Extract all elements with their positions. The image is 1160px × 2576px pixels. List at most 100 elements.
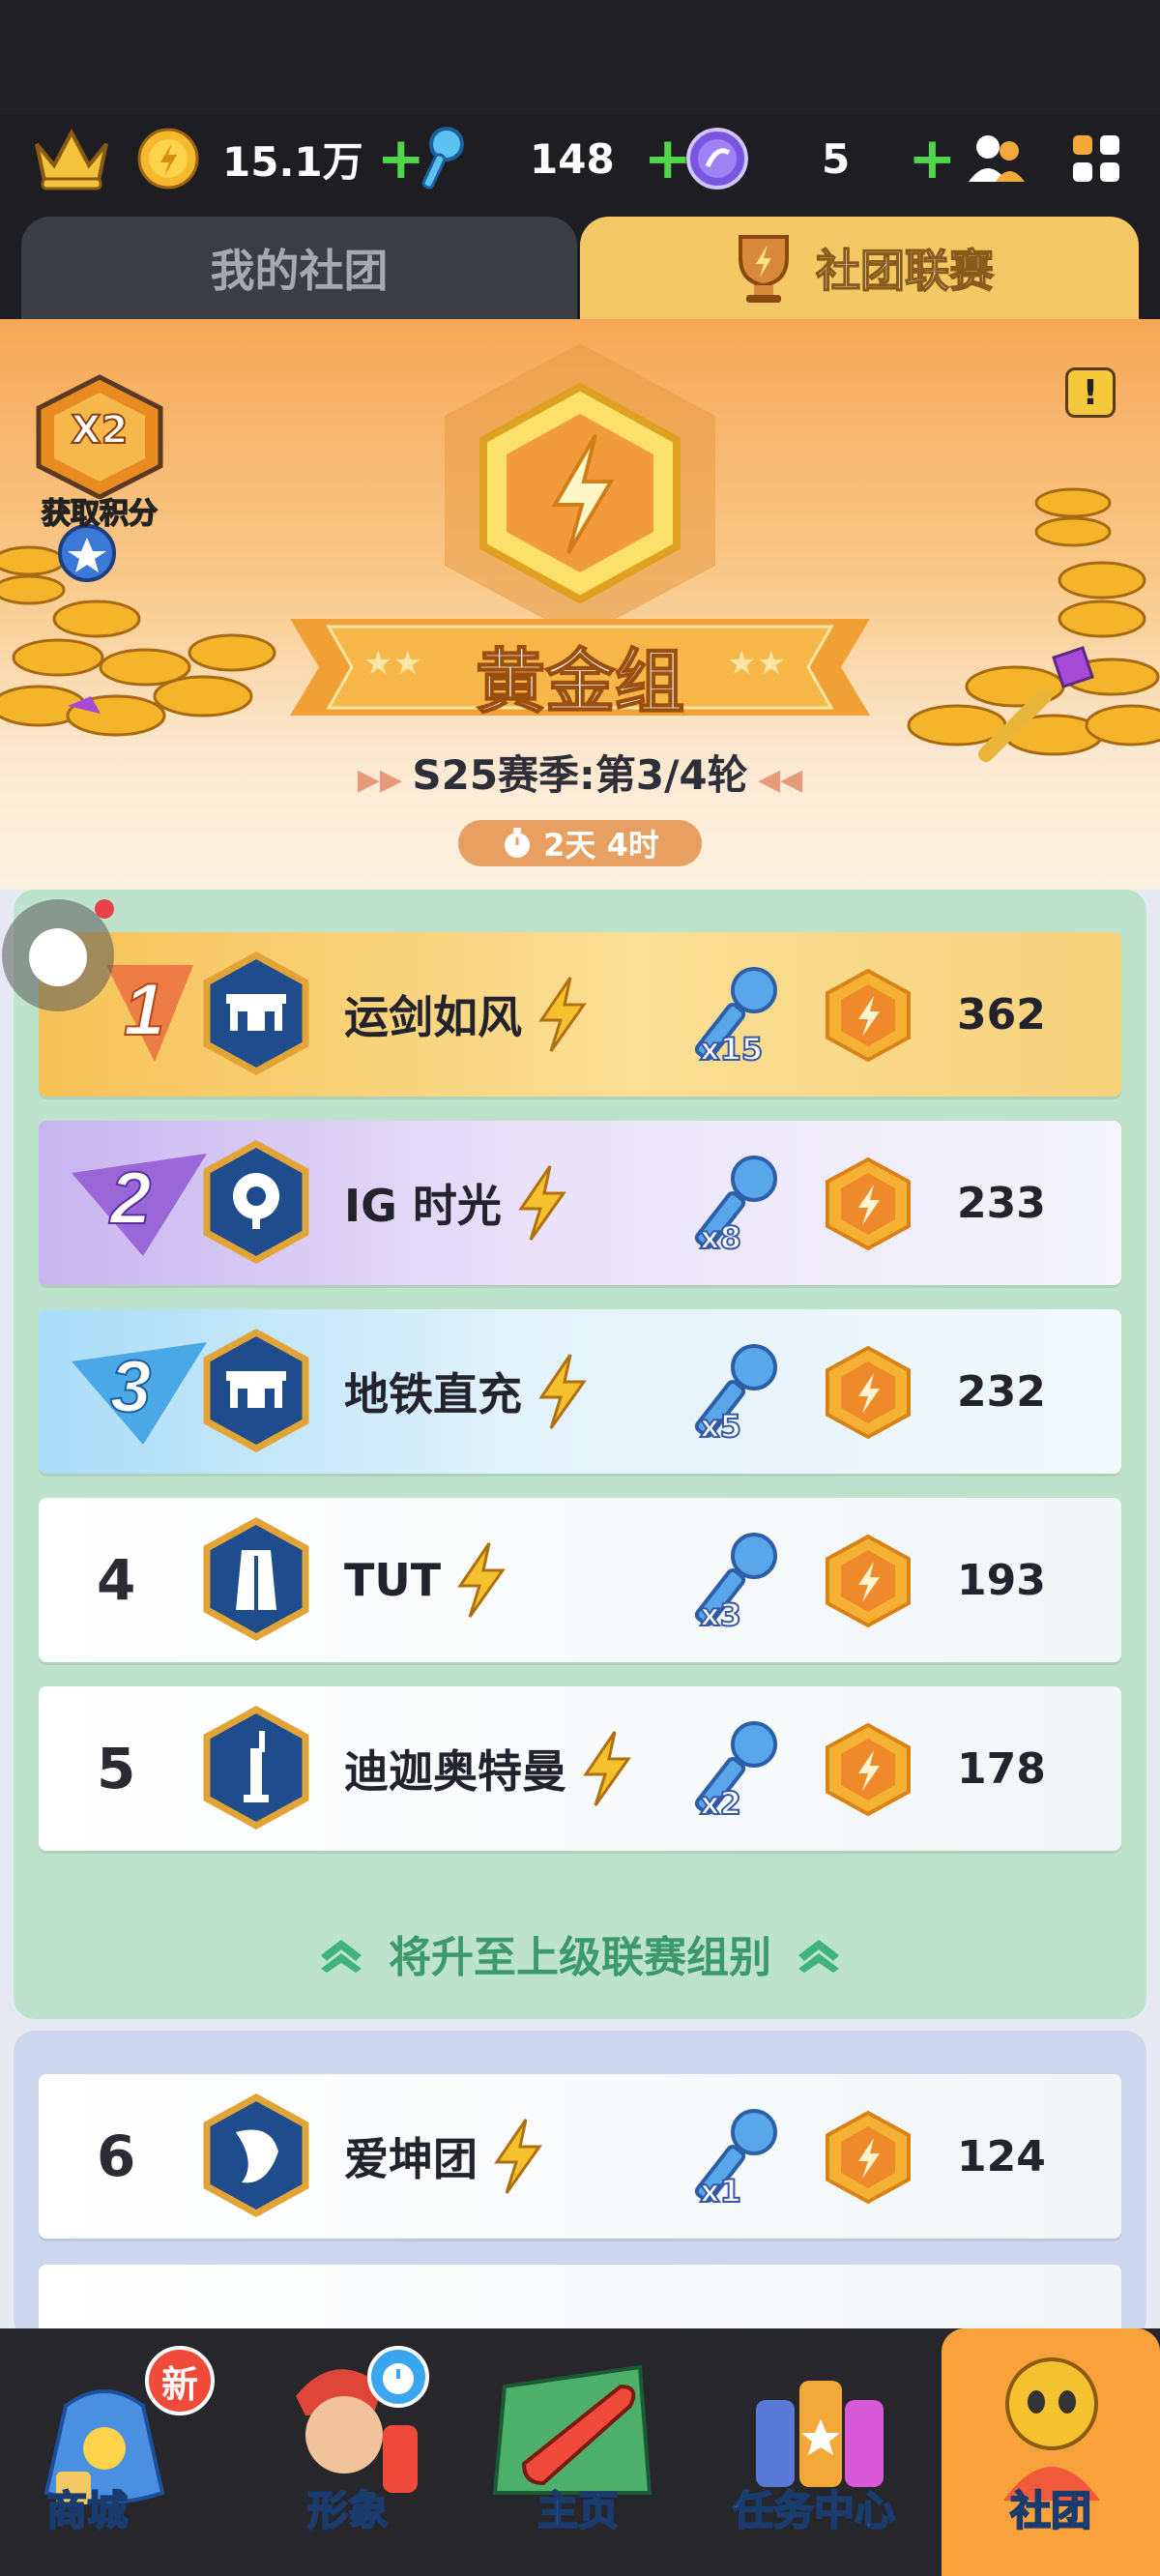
nav-shop[interactable]: 新 商城 [0,2328,232,2576]
info-button[interactable]: ! [1065,367,1116,418]
table-row[interactable]: 5 迪迦奥特曼 x2 178 [39,1686,1121,1851]
league-point-medal-icon [826,1722,911,1817]
nav-avatar[interactable]: 形象 [232,2328,464,2576]
key-multiplier: x1 [699,2172,742,2210]
gem-counter[interactable]: 5 + [686,114,957,203]
table-row[interactable]: 2 IG 时光 x8 233 [39,1121,1121,1285]
round-timer-text: 2天 4时 [543,827,659,864]
arrow-right-icon: ▶▶ [357,763,413,797]
floating-assist-button[interactable] [2,899,114,1011]
ribbon-stars-left-icon: ★★ [363,644,422,683]
club-badge-figure-icon [203,1517,309,1641]
club-name: 爱坤团 [344,2133,478,2185]
lightning-icon [494,2119,542,2194]
tab-club-league-label: 社团联赛 [815,244,995,298]
club-score: 178 [957,1743,1046,1794]
nav-tasks[interactable]: 任务中心 [698,2328,930,2576]
menu-grid-icon[interactable] [1069,114,1123,203]
club-name: 迪迦奥特曼 [344,1745,566,1798]
coin-count: 15.1万 [222,137,363,186]
league-point-medal-icon [826,968,911,1063]
chevron-up-icon [321,1940,362,1973]
status-bar [0,0,1160,114]
league-point-medal-icon [826,1345,911,1440]
bottom-nav: 新 商城 形象 主页 任务中心 社团 [0,2328,1160,2576]
club-badge-eagle-icon [203,2093,309,2217]
crown-icon[interactable] [31,114,112,203]
nav-home[interactable]: 主页 [462,2328,694,2576]
lightning-icon [583,1731,631,1806]
nav-club[interactable]: 社团 [942,2328,1160,2576]
lightning-icon [538,977,587,1052]
league-hero-banner: X2 获取积分 ! 黄金组 ★★ ★★ ▶▶ S25赛季:第3/4轮 ◀◀ 2天… [0,319,1160,899]
table-row[interactable]: 6 爱坤团 x1 124 [39,2074,1121,2239]
club-tabs: 我的社团 社团联赛 [0,203,1160,319]
promotion-label: 将升至上级联赛组别 [0,1924,1160,1982]
gem-count: 5 [822,134,851,183]
club-name: IG 时光 [344,1180,502,1232]
add-keys-plus-icon[interactable]: + [644,130,692,188]
club-badge-shield-icon [203,1140,309,1264]
rank-3-badge-icon: 3 [72,1342,207,1445]
key-multiplier: x3 [699,1595,742,1634]
key-multiplier: x15 [699,1030,764,1068]
nav-tasks-label: 任务中心 [732,2486,896,2535]
lightning-icon [538,1354,587,1429]
table-row[interactable]: 1 运剑如风 x15 362 [39,932,1121,1097]
key-count: 148 [530,134,615,183]
club-name-row: 迪迦奥特曼 [344,1686,634,1851]
club-name-row: 爱坤团 [344,2074,545,2239]
table-row[interactable]: 4 TUT x3 193 [39,1498,1121,1662]
arrow-left-icon: ◀◀ [747,763,803,797]
club-name: TUT [344,1554,442,1606]
club-name-row: IG 时光 [344,1121,569,1285]
new-badge: 新 [145,2346,215,2415]
club-score: 193 [957,1555,1046,1605]
club-name: 地铁直充 [344,1368,522,1420]
chevron-up-icon [798,1940,839,1973]
league-point-medal-icon [826,1156,911,1251]
club-name-row: 运剑如风 [344,932,590,1097]
friends-icon[interactable] [967,114,1027,203]
club-name-row: 地铁直充 [344,1309,590,1474]
club-badge-gate-icon [203,951,309,1075]
key-multiplier: x2 [699,1784,742,1823]
promotion-label-text: 将升至上级联赛组别 [389,1933,771,1982]
lightning-icon [518,1165,566,1241]
rank-number: 6 [97,2123,136,2189]
division-ribbon: 黄金组 ★★ ★★ [290,609,870,725]
lightning-icon [457,1542,507,1618]
club-badge-gate-icon [203,1329,309,1452]
key-counter[interactable]: 148 + [414,114,692,203]
nav-club-label: 社团 [1009,2486,1092,2535]
tab-club-league[interactable]: 社团联赛 [580,217,1139,319]
nav-shop-label: 商城 [45,2486,129,2535]
league-point-medal-icon [826,2110,911,2205]
svg-text:2: 2 [108,1157,151,1240]
key-multiplier: x8 [699,1218,742,1257]
club-score: 233 [957,1178,1046,1228]
resource-bar: 15.1万 + 148 + 5 + [0,114,1160,203]
gold-division-emblem [445,343,715,638]
svg-text:3: 3 [110,1346,151,1428]
club-score: 362 [957,989,1046,1039]
key-icon [421,127,464,190]
gem-icon [686,128,748,190]
tab-my-club[interactable]: 我的社团 [21,217,577,319]
club-badge-statue-icon [203,1706,309,1830]
bonus-multiplier: X2 [71,407,130,454]
score-bonus-badge[interactable]: X2 获取积分 [29,373,170,538]
new-badge-text: 新 [160,2362,198,2406]
key-multiplier: x5 [699,1407,742,1446]
ribbon-stars-right-icon: ★★ [727,644,786,683]
tab-my-club-label: 我的社团 [210,245,389,297]
add-gems-plus-icon[interactable]: + [908,130,956,188]
season-round-text: S25赛季:第3/4轮 [412,751,748,799]
nav-avatar-label: 形象 [306,2486,390,2535]
rank-number: 4 [97,1547,136,1613]
club-name: 运剑如风 [344,991,522,1043]
trophy-icon [739,235,789,303]
stopwatch-icon [505,828,531,858]
coin-counter[interactable]: 15.1万 + [137,114,425,203]
table-row[interactable]: 3 地铁直充 x5 232 [39,1309,1121,1474]
